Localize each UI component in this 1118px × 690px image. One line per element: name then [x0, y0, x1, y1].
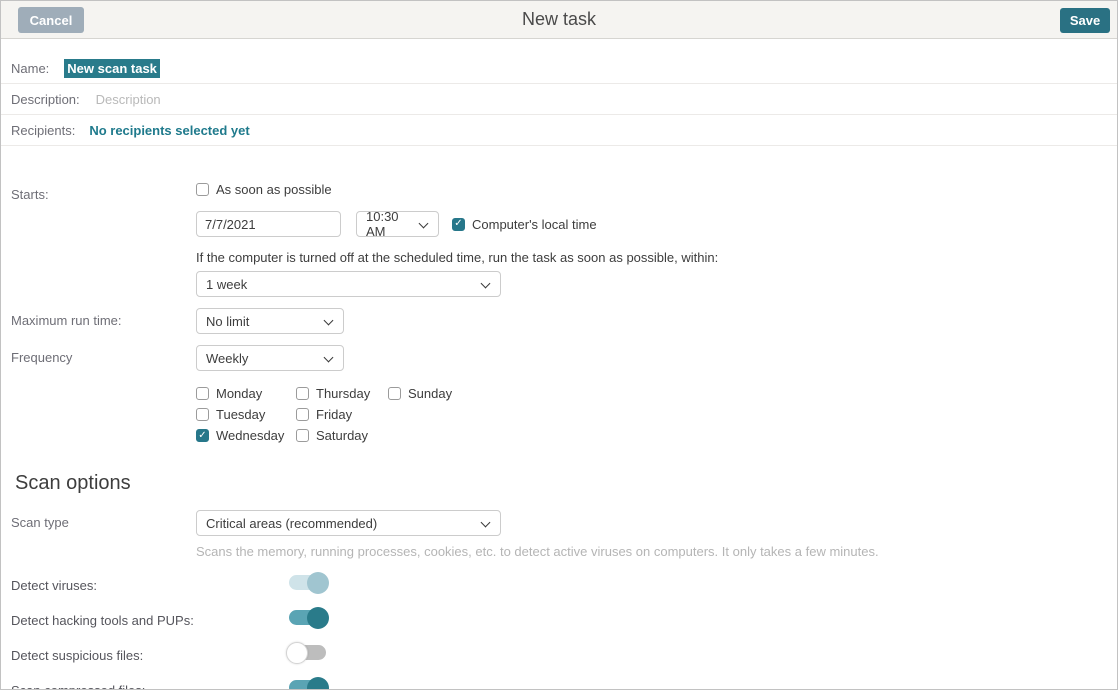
checkbox[interactable]	[196, 429, 209, 442]
new-task-dialog: Cancel New task Save Name: New scan task…	[0, 0, 1118, 690]
scan-options-heading: Scan options	[15, 472, 1117, 495]
scan-compressed-files-toggle[interactable]	[289, 680, 326, 690]
cancel-button[interactable]: Cancel	[18, 7, 84, 33]
max-run-time-row: Maximum run time: No limit	[11, 308, 1117, 334]
max-run-time-label: Maximum run time:	[11, 308, 196, 328]
local-time-checkbox-row[interactable]: Computer's local time	[452, 217, 597, 232]
detect-suspicious-files-row: Detect suspicious files:	[11, 644, 1117, 666]
detect-hacking-tools-label: Detect hacking tools and PUPs:	[11, 613, 196, 628]
toggle-knob	[307, 677, 329, 690]
detect-suspicious-files-label: Detect suspicious files:	[11, 648, 196, 663]
frequency-row: Frequency Weekly	[11, 345, 1117, 371]
asap-checkbox-row[interactable]: As soon as possible	[196, 182, 332, 197]
scan-type-label: Scan type	[11, 510, 196, 530]
description-input[interactable]	[96, 92, 516, 107]
offline-window-value: 1 week	[206, 277, 247, 292]
day-checkbox-wednesday[interactable]: Wednesday	[196, 428, 296, 443]
name-input[interactable]: New scan task	[64, 59, 160, 78]
day-label: Sunday	[408, 386, 452, 401]
starts-row: Starts: As soon as possible 10:30 AM Com…	[11, 182, 1117, 297]
chevron-down-icon	[481, 279, 491, 289]
description-row: Description:	[1, 84, 1117, 115]
start-date-input[interactable]	[196, 211, 341, 237]
description-label: Description:	[11, 92, 80, 107]
weekdays-row: Monday Thursday Sunday Tuesday	[11, 383, 1117, 446]
day-label: Tuesday	[216, 407, 265, 422]
day-label: Wednesday	[216, 428, 284, 443]
max-run-time-value: No limit	[206, 314, 249, 329]
chevron-down-icon	[481, 518, 491, 528]
start-time-value: 10:30 AM	[366, 209, 416, 239]
local-time-label: Computer's local time	[472, 217, 597, 232]
day-checkbox-monday[interactable]: Monday	[196, 386, 296, 401]
frequency-label: Frequency	[11, 345, 196, 365]
frequency-select[interactable]: Weekly	[196, 345, 344, 371]
task-info-fields: Name: New scan task Description: Recipie…	[1, 53, 1117, 146]
detect-hacking-tools-toggle[interactable]	[289, 610, 326, 625]
scan-compressed-files-row: Scan compressed files:	[11, 679, 1117, 690]
scan-compressed-files-label: Scan compressed files:	[11, 683, 196, 690]
day-label: Saturday	[316, 428, 368, 443]
weekday-checkbox-grid: Monday Thursday Sunday Tuesday	[196, 383, 526, 446]
detect-viruses-toggle	[289, 575, 326, 590]
checkbox[interactable]	[196, 387, 209, 400]
offline-window-select[interactable]: 1 week	[196, 271, 501, 297]
asap-label: As soon as possible	[216, 182, 332, 197]
frequency-value: Weekly	[206, 351, 248, 366]
checkbox[interactable]	[196, 408, 209, 421]
recipients-row: Recipients: No recipients selected yet	[1, 115, 1117, 146]
starts-label: Starts:	[11, 182, 196, 202]
name-row: Name: New scan task	[1, 53, 1117, 84]
checkbox[interactable]	[296, 408, 309, 421]
name-label: Name:	[11, 61, 49, 76]
detect-viruses-label: Detect viruses:	[11, 578, 196, 593]
day-checkbox-sunday[interactable]: Sunday	[388, 386, 526, 401]
recipients-link[interactable]: No recipients selected yet	[89, 123, 249, 138]
day-checkbox-friday[interactable]: Friday	[296, 407, 388, 422]
day-label: Friday	[316, 407, 352, 422]
chevron-down-icon	[324, 316, 334, 326]
chevron-down-icon	[324, 353, 334, 363]
local-time-checkbox[interactable]	[452, 218, 465, 231]
checkbox[interactable]	[388, 387, 401, 400]
scan-type-row: Scan type Critical areas (recommended) S…	[11, 510, 1117, 559]
toggle-knob	[307, 607, 329, 629]
day-checkbox-thursday[interactable]: Thursday	[296, 386, 388, 401]
schedule-form: Starts: As soon as possible 10:30 AM Com…	[1, 182, 1117, 690]
detect-hacking-tools-row: Detect hacking tools and PUPs:	[11, 609, 1117, 631]
checkbox[interactable]	[296, 387, 309, 400]
chevron-down-icon	[419, 219, 429, 229]
detect-suspicious-files-toggle[interactable]	[289, 645, 326, 660]
scan-type-select[interactable]: Critical areas (recommended)	[196, 510, 501, 536]
scan-type-hint: Scans the memory, running processes, coo…	[196, 544, 1117, 559]
dialog-header: Cancel New task Save	[1, 1, 1117, 39]
start-datetime-line: 10:30 AM Computer's local time	[196, 211, 1117, 237]
scan-type-value: Critical areas (recommended)	[206, 516, 377, 531]
toggle-knob	[307, 572, 329, 594]
day-checkbox-saturday[interactable]: Saturday	[296, 428, 388, 443]
asap-checkbox[interactable]	[196, 183, 209, 196]
page-title: New task	[1, 9, 1117, 30]
offline-note: If the computer is turned off at the sch…	[196, 250, 1117, 265]
day-label: Monday	[216, 386, 262, 401]
detect-viruses-row: Detect viruses:	[11, 574, 1117, 596]
save-button[interactable]: Save	[1060, 8, 1110, 33]
recipients-label: Recipients:	[11, 123, 75, 138]
toggle-knob	[286, 642, 308, 664]
start-time-select[interactable]: 10:30 AM	[356, 211, 439, 237]
day-label: Thursday	[316, 386, 370, 401]
day-checkbox-tuesday[interactable]: Tuesday	[196, 407, 296, 422]
checkbox[interactable]	[296, 429, 309, 442]
max-run-time-select[interactable]: No limit	[196, 308, 344, 334]
